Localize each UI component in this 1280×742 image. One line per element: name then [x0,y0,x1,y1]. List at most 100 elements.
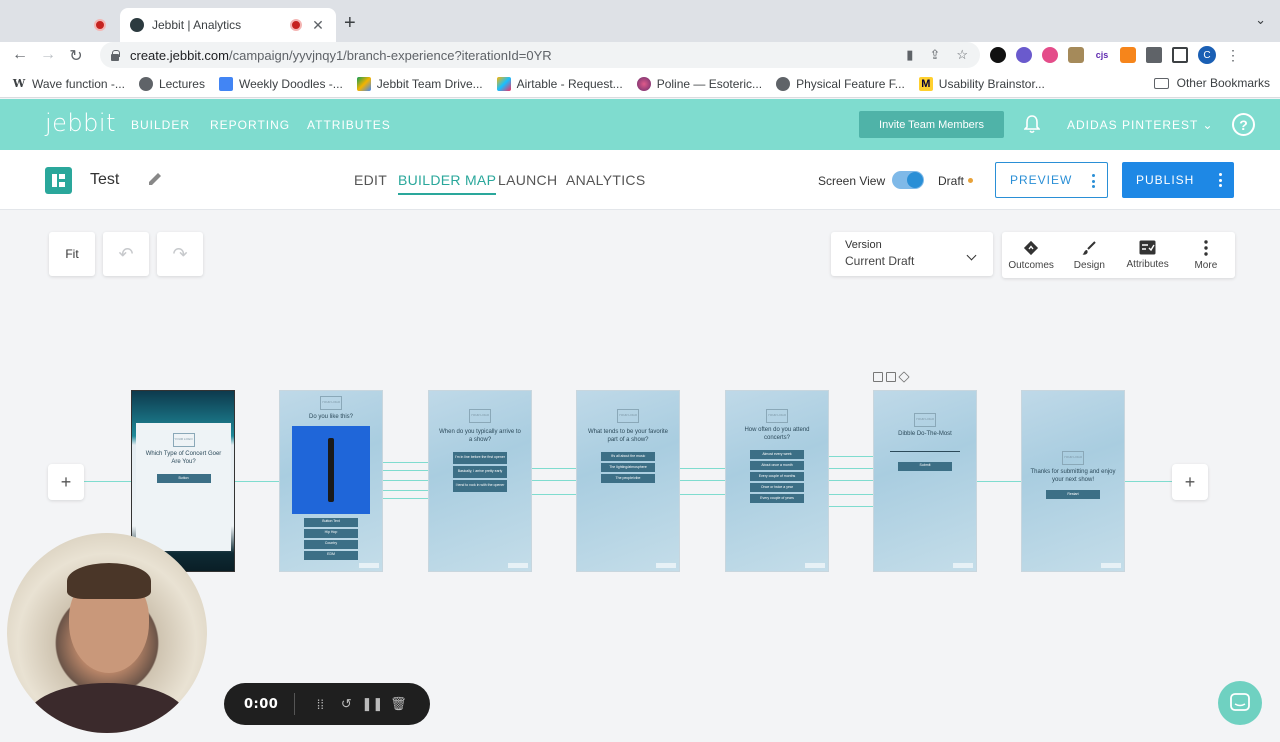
extension-cjs-icon[interactable]: cjs [1094,47,1110,63]
webcam-hair [67,563,151,599]
connector-line [827,506,873,507]
profile-avatar[interactable]: C [1198,46,1216,64]
bookmark-item[interactable]: Physical Feature F... [776,76,905,91]
bookmark-item[interactable]: Lectures [138,76,205,91]
card-question: Dibble Do-The-Most [898,431,952,437]
screen-card[interactable]: YOUR LOGO When do you typically arrive t… [428,390,532,572]
jebbit-badge [1101,563,1121,568]
webcam-bubble[interactable] [7,533,207,733]
screen-card[interactable]: YOUR LOGO What tends to be your favorite… [576,390,680,572]
extension-circle-icon[interactable] [990,47,1006,63]
metamask-icon[interactable] [1120,47,1136,63]
notifications-bell-icon[interactable] [1023,115,1041,139]
drag-grid-icon[interactable]: ⁞⁞ [307,697,333,712]
bookmark-star-icon[interactable]: ☆ [956,47,968,63]
connector-line [382,470,428,471]
card-question: What tends to be your favorite part of a… [587,429,669,443]
fit-button[interactable]: Fit [49,232,95,276]
lock-icon [110,49,120,61]
account-switcher[interactable]: ADIDAS PINTEREST ⌄ [1067,118,1214,132]
share-icon[interactable]: ⇪ [929,47,940,63]
nav-builder[interactable]: BUILDER [131,118,190,132]
other-bookmarks[interactable]: Other Bookmarks [1153,76,1270,90]
chat-icon [1230,693,1250,711]
card-description [874,439,976,445]
new-tab-button[interactable]: + [344,12,356,35]
pause-icon[interactable]: ❚❚ [359,696,385,712]
tab-jebbit-analytics[interactable]: Jebbit | Analytics ✕ [120,8,336,42]
bookmark-item[interactable]: W Wave function -... [12,77,125,91]
browser-menu-icon[interactable]: ⋮ [1226,47,1240,64]
screen-card[interactable]: YOUR LOGO Thanks for submitting and enjo… [1021,390,1125,572]
tab-edit[interactable]: EDIT [354,172,387,188]
product-image [292,425,370,514]
help-icon[interactable]: ? [1232,113,1255,136]
camera-icon[interactable]: ▮ [906,47,913,63]
outcomes-button[interactable]: Outcomes [1002,232,1060,278]
add-screen-before-button[interactable]: + [48,464,84,500]
undo-icon[interactable]: ↶ [103,232,149,276]
address-bar[interactable]: create.jebbit.com/campaign/yyvjnqy1/bran… [100,42,980,68]
builder-actions: Outcomes Design Attributes More [1002,232,1235,278]
trash-icon[interactable]: 🗑 [385,696,411,712]
extension-purple-icon[interactable] [1016,47,1032,63]
attributes-button[interactable]: Attributes [1119,232,1177,278]
chat-launcher-button[interactable] [1218,681,1262,725]
add-screen-after-button[interactable]: + [1172,464,1208,500]
edit-name-pencil-icon[interactable] [146,170,164,193]
bookmark-item[interactable]: Jebbit Team Drive... [356,76,483,91]
tab-search-chevron-icon[interactable]: ⌄ [1255,12,1266,28]
screen-view-toggle[interactable] [892,171,924,189]
bookmark-item[interactable]: M Usability Brainstor... [918,76,1045,91]
tab-analytics[interactable]: ANALYTICS [566,172,645,188]
connector-line [975,481,1021,482]
reload-icon[interactable]: ↻ [66,46,86,66]
card-option: Once or twice a year [750,483,804,492]
recording-tab[interactable] [80,8,120,42]
nav-attributes[interactable]: ATTRIBUTES [307,118,391,132]
webcam-shirt [27,683,187,733]
attributes-list-icon [1139,240,1156,255]
publish-button[interactable]: PUBLISH [1122,162,1234,198]
version-selector[interactable]: Version Current Draft [831,232,993,276]
extension-image-icon[interactable] [1068,47,1084,63]
back-arrow-icon[interactable]: ← [10,46,30,64]
connector-line [679,468,725,469]
redo-icon[interactable]: ↷ [157,232,203,276]
tab-launch[interactable]: LAUNCH [498,172,557,188]
card-option: I'm in line before the first opener [453,452,507,464]
bookmark-item[interactable]: Poline — Esoteric... [636,76,762,91]
bookmark-item[interactable]: Airtable - Request... [496,76,623,91]
extensions-puzzle-icon[interactable] [1146,47,1162,63]
publish-options-icon[interactable] [1219,173,1222,187]
screen-card[interactable]: YOUR LOGO Do you like this? Button Text … [279,390,383,572]
logo-placeholder: YOUR LOGO [1062,451,1084,465]
card-description [429,444,531,450]
screen-card[interactable]: YOUR LOGO How often do you attend concer… [725,390,829,572]
restart-icon[interactable]: ↺ [333,696,359,712]
extension-flower-icon[interactable] [1042,47,1058,63]
more-button[interactable]: More [1177,232,1235,278]
side-panel-icon[interactable] [1172,47,1188,63]
version-label: Version [845,239,882,251]
screen-card[interactable]: YOUR LOGO Dibble Do-The-Most Submit [873,390,977,572]
outcomes-diamond-icon [1024,240,1039,255]
chevron-down-icon: ⌄ [1202,118,1214,132]
connector-line [382,480,428,481]
jebbit-logo[interactable]: jebbit [45,109,116,137]
outcome-diamond-icon [898,371,910,383]
recording-icon [290,19,302,31]
screen-view-label: Screen View [818,174,886,188]
design-button[interactable]: Design [1060,232,1118,278]
jebbit-badge [656,563,676,568]
tab-builder-map[interactable]: BUILDER MAP [398,172,497,195]
status-label: Draft [938,174,965,188]
nav-reporting[interactable]: REPORTING [210,118,290,132]
forward-arrow-icon[interactable]: → [38,46,58,64]
close-tab-icon[interactable]: ✕ [310,17,326,34]
preview-button[interactable]: PREVIEW [995,162,1108,198]
extensions-area: cjs C ⋮ [990,46,1240,64]
bookmark-item[interactable]: Weekly Doodles -... [218,76,343,91]
invite-team-members-button[interactable]: Invite Team Members [859,111,1004,138]
preview-options-icon[interactable] [1092,174,1095,188]
